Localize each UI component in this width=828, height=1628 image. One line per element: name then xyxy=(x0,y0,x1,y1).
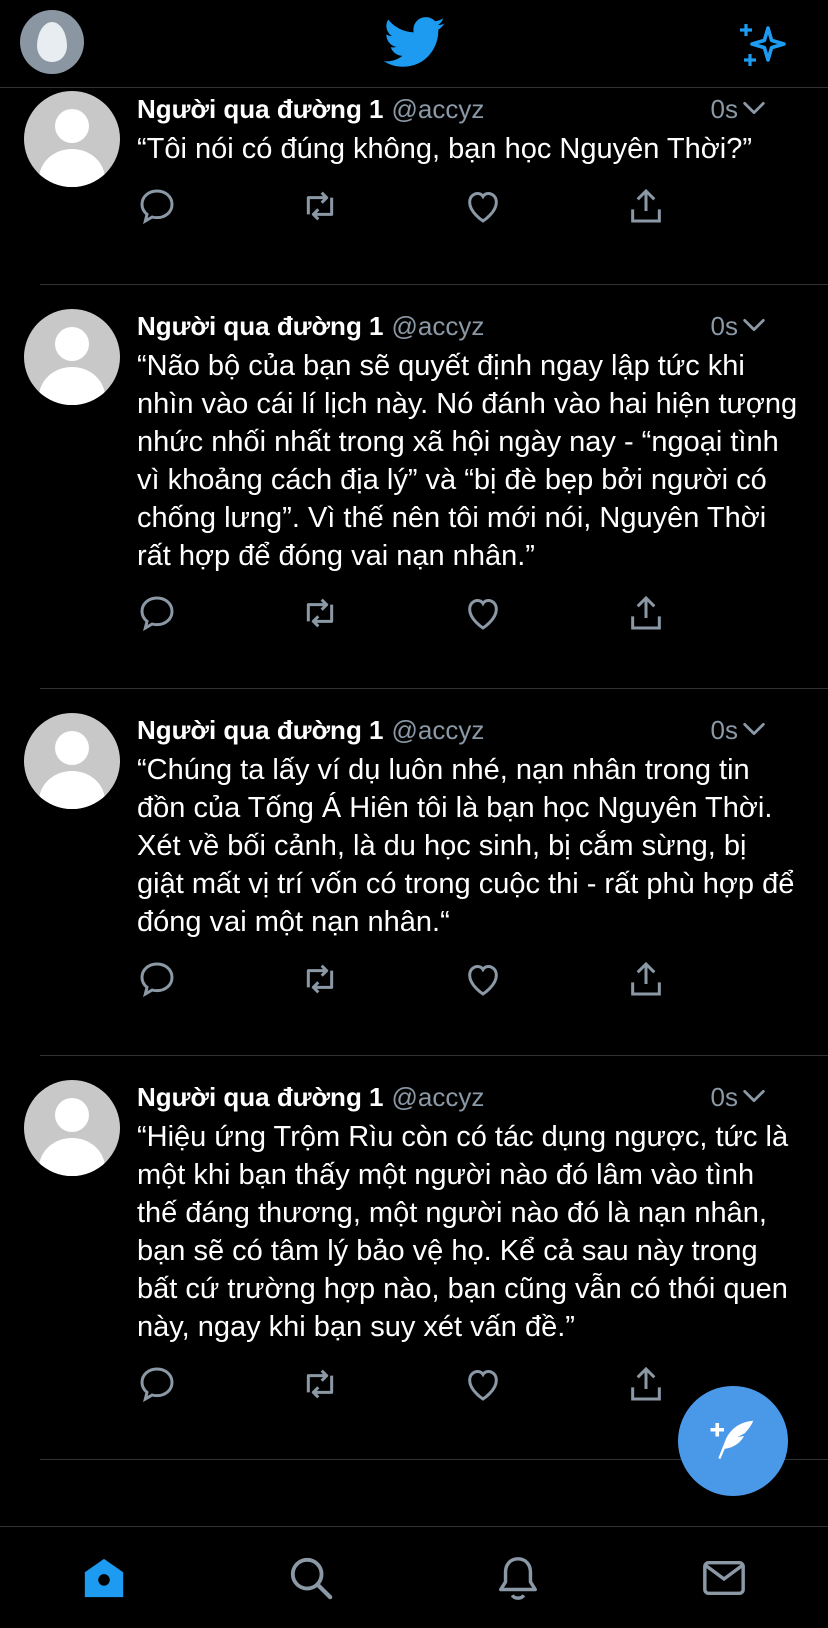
tweet-header: Người qua đường 1 @accyz 0s xyxy=(137,309,798,343)
chevron-down-icon[interactable] xyxy=(740,94,768,122)
author-avatar[interactable] xyxy=(24,1080,120,1176)
tweet-text: “Não bộ của bạn sẽ quyết định ngay lập t… xyxy=(137,350,798,572)
tweet-timestamp: 0s xyxy=(710,94,738,124)
author-name[interactable]: Người qua đường 1 xyxy=(137,715,384,745)
tweet-actions xyxy=(137,593,798,653)
tweet[interactable]: Người qua đường 1 @accyz 0s “Chúng ta lấy v… xyxy=(24,689,828,1056)
egg-avatar-icon xyxy=(37,22,67,62)
like-icon[interactable] xyxy=(463,186,503,226)
reply-icon[interactable] xyxy=(137,186,177,226)
compose-feather-icon xyxy=(710,1420,754,1459)
reply-icon[interactable] xyxy=(137,593,177,633)
author-avatar[interactable] xyxy=(24,91,120,187)
retweet-icon[interactable] xyxy=(300,593,340,633)
reply-icon[interactable] xyxy=(137,959,177,999)
author-handle[interactable]: @accyz xyxy=(392,311,485,341)
author-handle[interactable]: @accyz xyxy=(392,715,485,745)
retweet-icon[interactable] xyxy=(300,186,340,226)
bottom-tab-bar xyxy=(0,1526,828,1628)
reply-icon[interactable] xyxy=(137,1364,177,1404)
tweet-text: “Tôi nói có đúng không, bạn học Nguyên T… xyxy=(137,133,752,165)
like-icon[interactable] xyxy=(463,1364,503,1404)
tweet-timestamp: 0s xyxy=(710,1082,738,1112)
tweet-timestamp: 0s xyxy=(710,715,738,745)
tweet-text: “Hiệu ứng Trộm Rìu còn có tác dụng ngược… xyxy=(137,1121,789,1343)
chevron-down-icon[interactable] xyxy=(740,1082,768,1110)
share-icon[interactable] xyxy=(626,1364,666,1404)
author-avatar[interactable] xyxy=(24,713,120,809)
tweet-timestamp: 0s xyxy=(710,311,738,341)
tweet-header: Người qua đường 1 @accyz 0s xyxy=(137,1080,798,1114)
chevron-down-icon[interactable] xyxy=(740,311,768,339)
retweet-icon[interactable] xyxy=(300,1364,340,1404)
retweet-icon[interactable] xyxy=(300,959,340,999)
profile-avatar[interactable] xyxy=(20,10,84,74)
share-icon[interactable] xyxy=(626,959,666,999)
messages-icon[interactable] xyxy=(701,1555,747,1601)
author-name[interactable]: Người qua đường 1 xyxy=(137,94,384,124)
tweet[interactable]: Người qua đường 1 @accyz 0s “Não bộ của bạn… xyxy=(24,285,828,689)
twitter-bird-icon[interactable] xyxy=(384,16,446,70)
sparkle-icon[interactable] xyxy=(738,20,790,68)
share-icon[interactable] xyxy=(626,593,666,633)
author-name[interactable]: Người qua đường 1 xyxy=(137,311,384,341)
like-icon[interactable] xyxy=(463,959,503,999)
author-name[interactable]: Người qua đường 1 xyxy=(137,1082,384,1112)
like-icon[interactable] xyxy=(463,593,503,633)
tweet-actions xyxy=(137,186,798,246)
author-handle[interactable]: @accyz xyxy=(392,1082,485,1112)
author-handle[interactable]: @accyz xyxy=(392,94,485,124)
tweet-actions xyxy=(137,959,798,1019)
author-avatar[interactable] xyxy=(24,309,120,405)
tweet[interactable]: Người qua đường 1 @accyz 0s “Tôi nói có đún… xyxy=(24,88,828,285)
tweet-header: Người qua đường 1 @accyz 0s xyxy=(137,713,798,747)
tweet-header: Người qua đường 1 @accyz 0s xyxy=(137,92,798,126)
notifications-icon[interactable] xyxy=(495,1555,541,1601)
home-icon[interactable] xyxy=(81,1555,127,1601)
chevron-down-icon[interactable] xyxy=(740,715,768,743)
tweet-text: “Chúng ta lấy ví dụ luôn nhé, nạn nhân t… xyxy=(137,754,795,938)
search-icon[interactable] xyxy=(288,1555,334,1601)
top-bar xyxy=(0,0,828,88)
compose-tweet-button[interactable] xyxy=(678,1386,788,1496)
share-icon[interactable] xyxy=(626,186,666,226)
